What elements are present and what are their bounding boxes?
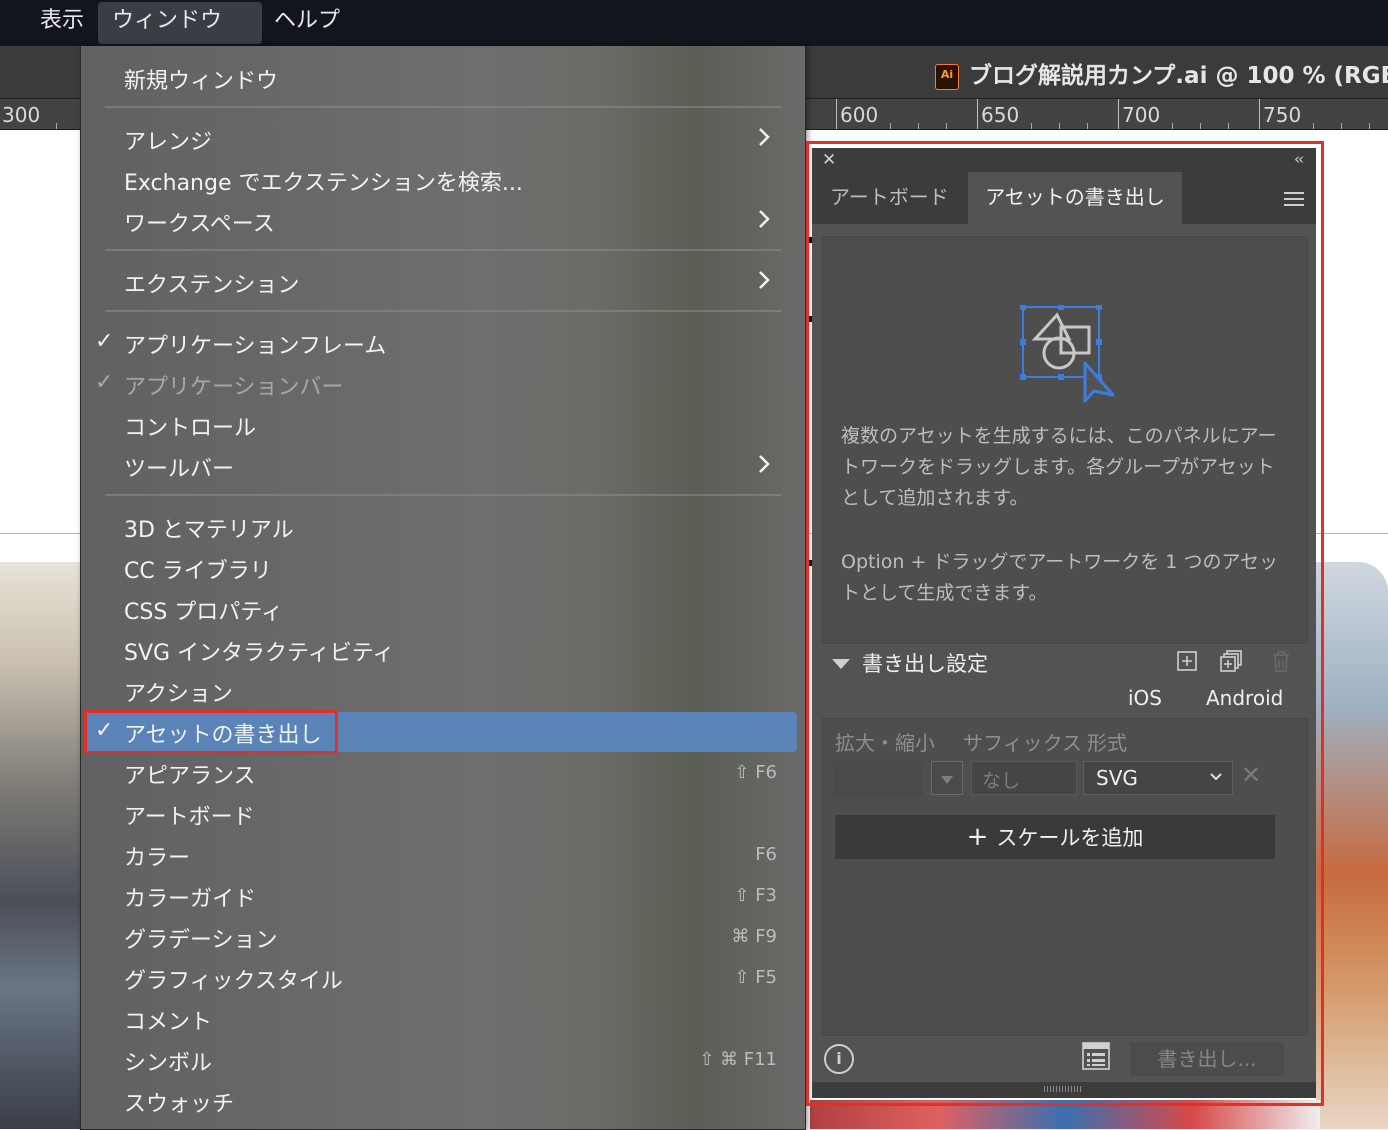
menu-item-label: アプリケーションフレーム [124, 334, 387, 359]
menu-item-label: エクステンション [124, 273, 300, 298]
menu-separator [105, 249, 781, 251]
menu-item-exchange[interactable]: Exchange でエクステンションを検索... [81, 160, 805, 200]
menu-item-application-frame[interactable]: ✓ アプリケーションフレーム [81, 323, 805, 363]
artwork-photo-right[interactable] [1316, 562, 1388, 1129]
menu-item-comments[interactable]: コメント [81, 999, 805, 1039]
menu-item-label: 3D とマテリアル [124, 518, 294, 543]
ruler-minor-tick [56, 123, 57, 129]
keyboard-shortcut: ⌘ F9 [731, 926, 777, 947]
menu-item-artboards[interactable]: アートボード [81, 794, 805, 834]
menu-item-symbols[interactable]: シンボル ⇧ ⌘ F11 [81, 1040, 805, 1080]
menu-item-application-bar: ✓ アプリケーションバー [81, 364, 805, 404]
artwork-photo-left[interactable] [0, 562, 90, 1129]
menu-item-swatches[interactable]: スウォッチ [81, 1081, 805, 1121]
menu-item-label: ワークスペース [124, 212, 275, 237]
menu-item-label: カラー [124, 846, 191, 871]
menu-item-label: コントロール [124, 416, 257, 441]
chevron-right-icon [759, 128, 770, 146]
menu-item-label: SVG インタラクティビティ [124, 641, 395, 666]
menu-item-label: アプリケーションバー [124, 375, 344, 400]
menu-item-control[interactable]: コントロール [81, 405, 805, 445]
ruler-minor-tick [1341, 123, 1342, 129]
menu-item-workspace[interactable]: ワークスペース [81, 201, 805, 241]
chevron-right-icon [759, 455, 770, 473]
menu-separator [105, 106, 781, 108]
menu-item-label: アレンジ [124, 130, 213, 155]
keyboard-shortcut: ⇧ F3 [734, 885, 777, 906]
ruler-minor-tick [1031, 123, 1032, 129]
chevron-right-icon [759, 271, 770, 289]
menu-item-extensions[interactable]: エクステンション [81, 262, 805, 302]
menu-item-label: Exchange でエクステンションを検索... [124, 171, 523, 196]
menu-bar: 表示 ウィンドウ ヘルプ [0, 0, 1388, 46]
menu-item-arrange[interactable]: アレンジ [81, 119, 805, 159]
menu-item-graphic-styles[interactable]: グラフィックスタイル ⇧ F5 [81, 958, 805, 998]
menu-item-label: グラフィックスタイル [124, 969, 343, 994]
keyboard-shortcut: ⇧ F6 [734, 762, 777, 783]
menu-separator [105, 494, 781, 496]
ruler-label: 600 [836, 99, 878, 129]
ruler-minor-tick [918, 123, 919, 129]
menu-item-label: CSS プロパティ [124, 600, 283, 625]
highlight-annotation-box [806, 141, 1324, 1106]
menu-item-actions[interactable]: アクション [81, 671, 805, 711]
window-menu-dropdown: 新規ウィンドウ アレンジ Exchange でエクステンションを検索... ワー… [80, 46, 806, 1130]
menu-item-label: スウォッチ [124, 1092, 235, 1117]
keyboard-shortcut: ⇧ ⌘ F11 [699, 1049, 777, 1070]
menu-item-appearance[interactable]: アピアランス ⇧ F6 [81, 753, 805, 793]
menu-item-label: 新規ウィンドウ [124, 69, 279, 94]
menu-item-label: シンボル [124, 1051, 213, 1076]
menu-item-cc-libraries[interactable]: CC ライブラリ [81, 548, 805, 588]
ruler-minor-tick [1059, 123, 1060, 129]
illustrator-file-icon: Ai [935, 63, 959, 90]
menu-item-label: CC ライブラリ [124, 559, 272, 584]
menu-item-toolbar[interactable]: ツールバー [81, 446, 805, 486]
ruler-label: 300 [0, 99, 40, 129]
checkmark-icon: ✓ [95, 370, 114, 395]
chevron-right-icon [759, 210, 770, 228]
menu-separator [105, 310, 781, 312]
menu-item-label: アートボード [124, 805, 255, 830]
menu-item-color[interactable]: カラー F6 [81, 835, 805, 875]
menu-item-svg-interactivity[interactable]: SVG インタラクティビティ [81, 630, 805, 670]
ruler-minor-tick [1172, 123, 1173, 129]
menu-item-3d-materials[interactable]: 3D とマテリアル [81, 507, 805, 547]
ruler-label: 650 [977, 99, 1019, 129]
ruler-minor-tick [946, 123, 947, 129]
ruler-minor-tick [890, 123, 891, 129]
menu-item-css-properties[interactable]: CSS プロパティ [81, 589, 805, 629]
menu-item-label: アクション [124, 682, 233, 707]
ruler-label: 750 [1259, 99, 1301, 129]
menu-item-color-guide[interactable]: カラーガイド ⇧ F3 [81, 876, 805, 916]
menu-view[interactable]: 表示 [26, 0, 98, 46]
document-tab[interactable]: Ai ブログ解説用カンプ.ai @ 100 % (RGB/ [935, 56, 1388, 90]
menu-item-label: コメント [124, 1010, 213, 1035]
ruler-minor-tick [1200, 123, 1201, 129]
document-title: ブログ解説用カンプ.ai @ 100 % (RGB/ [969, 63, 1388, 89]
menu-item-gradient[interactable]: グラデーション ⌘ F9 [81, 917, 805, 957]
menu-item-label: アピアランス [124, 764, 256, 789]
menu-item-label: ツールバー [124, 457, 235, 482]
checkmark-icon: ✓ [95, 329, 114, 354]
keyboard-shortcut: ⇧ F5 [734, 967, 777, 988]
highlight-annotation-box [84, 710, 338, 754]
ruler-minor-tick [1313, 123, 1314, 129]
menu-item-label: カラーガイド [124, 887, 257, 912]
menu-window[interactable]: ウィンドウ [98, 2, 262, 44]
menu-item-label: グラデーション [124, 928, 278, 953]
ruler-minor-tick [1369, 123, 1370, 129]
ruler-minor-tick [1228, 123, 1229, 129]
menu-help[interactable]: ヘルプ [260, 0, 354, 46]
ruler-minor-tick [1087, 123, 1088, 129]
menu-item-new-window[interactable]: 新規ウィンドウ [81, 58, 805, 98]
keyboard-shortcut: F6 [755, 844, 777, 865]
ruler-label: 700 [1118, 99, 1160, 129]
